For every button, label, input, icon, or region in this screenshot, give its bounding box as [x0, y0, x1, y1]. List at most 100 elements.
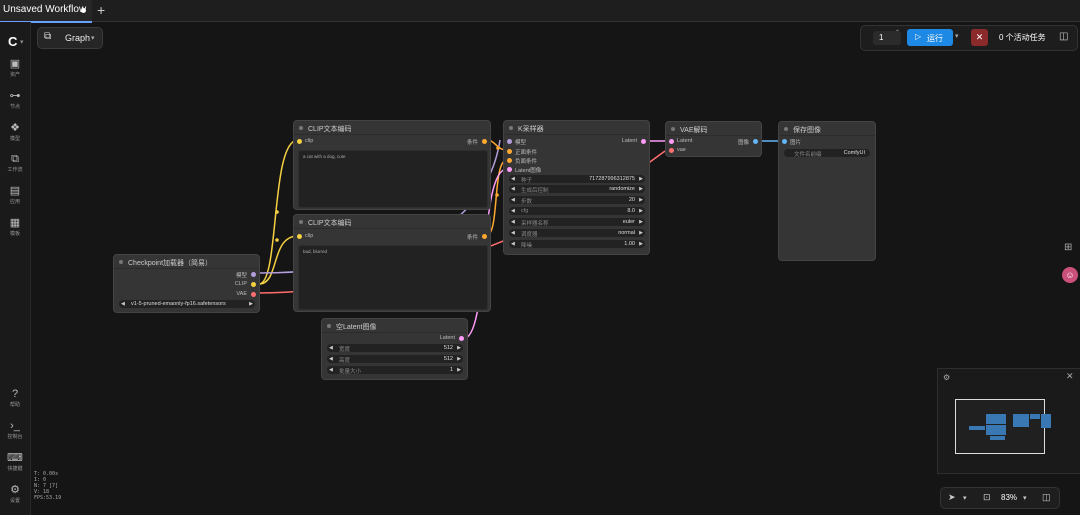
widget-cfg[interactable]: ◀ cfg 8.0 ▶ — [509, 207, 645, 215]
node-header[interactable]: CLIP文本编码 — [294, 215, 490, 229]
widget-control-after-generate[interactable]: ◀ 生成后控制 randomize ▶ — [509, 185, 645, 194]
fit-view-icon[interactable]: ⊡ — [983, 492, 991, 503]
node-header[interactable]: 空Latent图像 — [322, 319, 467, 333]
widget-height[interactable]: ◀ 高度 512 ▶ — [327, 355, 463, 364]
minimap-node — [990, 436, 1005, 440]
widget-value: euler — [622, 219, 635, 225]
node-collapse-dot[interactable] — [671, 127, 675, 131]
widget-label: 调度器 — [521, 232, 538, 238]
widget-value: 1.00 — [624, 241, 635, 247]
arrow-right-icon[interactable]: ▶ — [457, 345, 461, 351]
node-header[interactable]: Checkpoint加载器（简易） — [114, 255, 259, 269]
node-collapse-dot[interactable] — [299, 126, 303, 130]
widget-batch-size[interactable]: ◀ 批量大小 1 ▶ — [327, 366, 463, 375]
output-label-latent: Latent — [621, 138, 637, 144]
zoom-level[interactable]: 83% — [1001, 493, 1017, 502]
arrow-left-icon[interactable]: ◀ — [511, 197, 515, 203]
arrow-right-icon[interactable]: ▶ — [457, 367, 461, 373]
arrow-left-icon[interactable]: ◀ — [511, 219, 515, 225]
arrow-left-icon[interactable]: ◀ — [121, 301, 125, 307]
arrow-left-icon[interactable]: ◀ — [329, 345, 333, 351]
input-pin-positive[interactable] — [507, 149, 512, 154]
arrow-left-icon[interactable]: ◀ — [511, 186, 515, 192]
node-header[interactable]: VAE解码 — [666, 122, 761, 136]
prompt-textarea[interactable]: bad, blurred — [298, 245, 488, 310]
node-clip-text-encode-positive[interactable]: CLIP文本编码 clip 条件 a cat with a dog, cute — [293, 120, 491, 210]
widget-value: 8.0 — [627, 208, 635, 214]
node-header[interactable]: K采样器 — [504, 121, 649, 135]
arrow-right-icon[interactable]: ▶ — [639, 241, 643, 247]
wire-reroute-dot — [275, 238, 279, 242]
arrow-right-icon[interactable]: ▶ — [249, 301, 253, 307]
arrow-right-icon[interactable]: ▶ — [639, 176, 643, 182]
arrow-left-icon[interactable]: ◀ — [329, 367, 333, 373]
chevron-down-icon[interactable]: ▾ — [963, 494, 967, 502]
input-pin-vae[interactable] — [669, 148, 674, 153]
assistant-avatar-icon[interactable]: ☺ — [1062, 267, 1078, 283]
ckpt-name-combo[interactable]: ◀ v1-5-pruned-emaonly-fp16.safetensors ▶ — [119, 300, 255, 308]
minimap-toggle-icon[interactable]: ◫ — [1042, 492, 1051, 503]
input-pin-clip[interactable] — [297, 234, 302, 239]
input-pin-images[interactable] — [782, 139, 787, 144]
node-collapse-dot[interactable] — [509, 126, 513, 130]
node-collapse-dot[interactable] — [299, 220, 303, 224]
arrow-left-icon[interactable]: ◀ — [329, 356, 333, 362]
arrow-right-icon[interactable]: ▶ — [639, 208, 643, 214]
wire-reroute-dot — [496, 146, 500, 150]
node-collapse-dot[interactable] — [327, 324, 331, 328]
output-pin-clip[interactable] — [251, 282, 256, 287]
arrow-left-icon[interactable]: ◀ — [511, 230, 515, 236]
node-clip-text-encode-negative[interactable]: CLIP文本编码 clip 条件 bad, blurred — [293, 214, 491, 312]
arrow-left-icon[interactable]: ◀ — [511, 176, 515, 182]
node-save-image[interactable]: 保存图像 图片 文件名前缀 ComfyUI — [778, 121, 876, 261]
node-header[interactable]: 保存图像 — [779, 122, 875, 136]
node-header[interactable]: CLIP文本编码 — [294, 121, 490, 135]
arrow-left-icon[interactable]: ◀ — [511, 241, 515, 247]
node-library-icon[interactable]: ⊞ — [1064, 242, 1072, 253]
node-checkpoint-loader[interactable]: Checkpoint加载器（简易） 模型 CLIP VAE ◀ v1-5-pru… — [113, 254, 260, 313]
output-pin-model[interactable] — [251, 272, 256, 277]
minimap-settings-icon[interactable]: ⚙ — [943, 373, 950, 382]
input-pin-latent[interactable] — [669, 139, 674, 144]
node-title: Checkpoint加载器（简易） — [128, 260, 213, 267]
widget-filename-prefix[interactable]: 文件名前缀 ComfyUI — [784, 149, 870, 158]
arrow-right-icon[interactable]: ▶ — [639, 219, 643, 225]
output-pin-latent[interactable] — [459, 336, 464, 341]
prompt-textarea[interactable]: a cat with a dog, cute — [298, 150, 488, 208]
node-vae-decode[interactable]: VAE解码 Latent vae 图像 — [665, 121, 762, 157]
widget-value: 20 — [628, 197, 635, 203]
widget-denoise[interactable]: ◀ 降噪 1.00 ▶ — [509, 240, 645, 249]
output-pin-conditioning[interactable] — [482, 139, 487, 144]
widget-width[interactable]: ◀ 宽度 512 ▶ — [327, 344, 463, 353]
input-label-vae: vae — [677, 147, 686, 153]
chevron-down-icon[interactable]: ▾ — [1023, 494, 1027, 502]
output-pin-conditioning[interactable] — [482, 234, 487, 239]
arrow-left-icon[interactable]: ◀ — [511, 208, 515, 214]
input-pin-latent[interactable] — [507, 167, 512, 172]
input-pin-model[interactable] — [507, 139, 512, 144]
widget-value: normal — [618, 230, 635, 236]
node-collapse-dot[interactable] — [784, 127, 788, 131]
output-pin-vae[interactable] — [251, 292, 256, 297]
widget-label: 宽度 — [339, 347, 351, 353]
arrow-right-icon[interactable]: ▶ — [639, 197, 643, 203]
minimap-viewport[interactable] — [955, 399, 1051, 454]
arrow-right-icon[interactable]: ▶ — [457, 356, 461, 362]
node-ksampler[interactable]: K采样器 模型 正面条件 负面条件 Latent图像 Latent ◀ 种子 7… — [503, 120, 650, 255]
widget-sampler-name[interactable]: ◀ 采样器名称 euler ▶ — [509, 218, 645, 227]
node-collapse-dot[interactable] — [119, 260, 123, 264]
arrow-right-icon[interactable]: ▶ — [639, 230, 643, 236]
widget-seed[interactable]: ◀ 种子 717287996312875 ▶ — [509, 175, 645, 184]
select-tool-icon[interactable]: ➤ — [948, 492, 956, 503]
widget-label: 采样器名称 — [521, 221, 549, 227]
widget-steps[interactable]: ◀ 步数 20 ▶ — [509, 196, 645, 205]
input-pin-clip[interactable] — [297, 139, 302, 144]
output-pin-image[interactable] — [753, 139, 758, 144]
output-pin-latent[interactable] — [641, 139, 646, 144]
minimap-panel[interactable]: ⚙ ✕ — [937, 368, 1080, 474]
input-pin-negative[interactable] — [507, 158, 512, 163]
arrow-right-icon[interactable]: ▶ — [639, 186, 643, 192]
widget-scheduler[interactable]: ◀ 调度器 normal ▶ — [509, 229, 645, 238]
node-empty-latent-image[interactable]: 空Latent图像 Latent ◀ 宽度 512 ▶ ◀ 高度 512 ▶ ◀… — [321, 318, 468, 380]
close-icon[interactable]: ✕ — [1066, 371, 1074, 382]
